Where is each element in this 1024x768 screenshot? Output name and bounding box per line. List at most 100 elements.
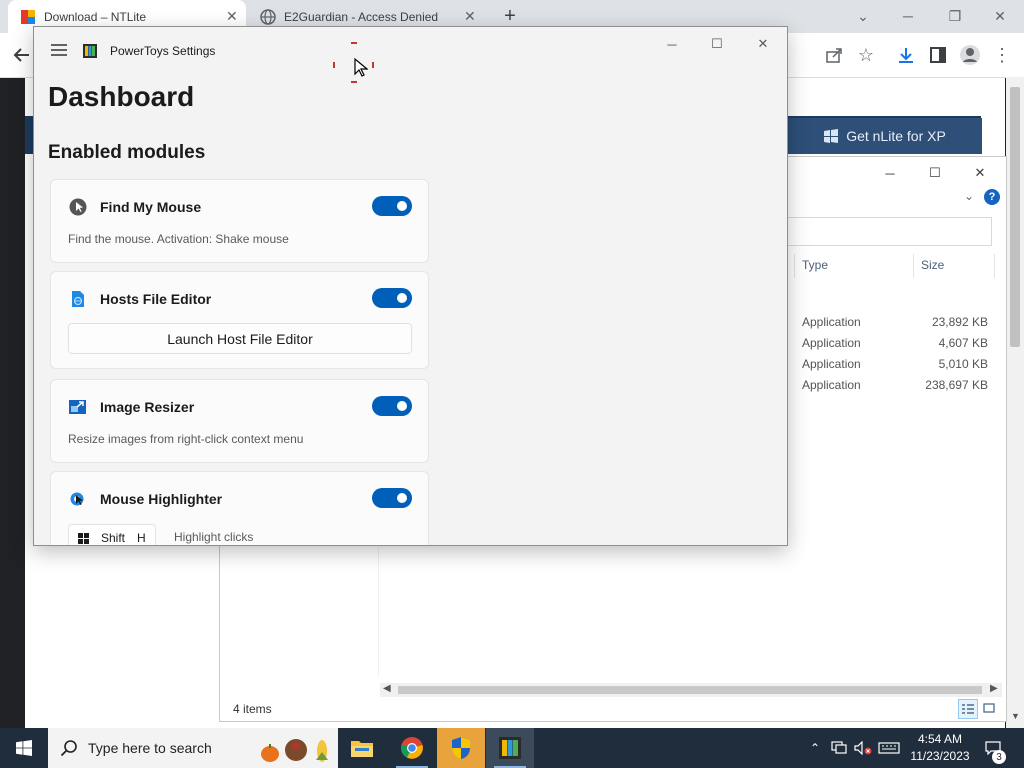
show-hidden-icons-chevron-icon[interactable]: ⌃ [806, 728, 824, 768]
explorer-close-button[interactable]: ✕ [965, 161, 995, 185]
browser-close-button[interactable]: ✕ [990, 6, 1010, 26]
module-toggle[interactable] [372, 288, 412, 308]
start-button[interactable] [0, 728, 48, 768]
column-separator[interactable] [794, 254, 795, 278]
plus-icon: + [504, 5, 516, 27]
taskbar-powertoys[interactable] [486, 728, 534, 768]
windows-key-icon [78, 532, 89, 544]
page-scrollbar[interactable]: ▼ [1006, 77, 1024, 728]
toggle-knob [397, 293, 407, 303]
column-header-type[interactable]: Type [802, 254, 912, 276]
explorer-search-box[interactable] [786, 217, 992, 246]
column-separator[interactable] [913, 254, 914, 278]
help-icon[interactable]: ? [984, 189, 1000, 205]
pt-maximize-button[interactable]: ☐ [702, 34, 732, 54]
file-size: 23,892 KB [931, 315, 988, 329]
notification-count-badge: 3 [992, 750, 1006, 764]
module-card-image-resizer[interactable]: Image Resizer Resize images from right-c… [50, 379, 429, 463]
star-icon[interactable]: ☆ [854, 43, 878, 67]
search-placeholder: Type here to search [88, 740, 212, 756]
toggle-knob [397, 201, 407, 211]
taskbar-chrome[interactable] [388, 728, 436, 768]
module-card-find-my-mouse[interactable]: Find My Mouse Find the mouse. Activation… [50, 179, 429, 263]
taskbar-search-box[interactable]: Type here to search [48, 728, 338, 768]
file-size: 238,697 KB [925, 378, 988, 392]
file-row[interactable]: Application 4,607 KB [800, 333, 990, 354]
back-icon[interactable] [10, 43, 34, 67]
launch-host-file-editor-button[interactable]: Launch Host File Editor [68, 323, 412, 354]
windows-logo-icon [16, 740, 32, 756]
ribbon-expand-chevron-icon[interactable]: ⌄ [964, 189, 974, 203]
get-nlite-label: Get nLite for XP [846, 128, 946, 144]
file-size: 4,607 KB [938, 336, 988, 350]
module-toggle[interactable] [372, 488, 412, 508]
taskbar-file-explorer[interactable] [338, 728, 386, 768]
tab-title: E2Guardian - Access Denied [284, 9, 439, 24]
tab-close-icon[interactable]: ✕ [226, 8, 238, 25]
details-view-icon[interactable] [958, 699, 978, 719]
profile-icon[interactable] [958, 43, 982, 67]
folder-icon [350, 738, 374, 758]
taskbar-clock[interactable]: 4:54 AM 11/23/2023 [904, 731, 976, 765]
powertoys-logo-icon [83, 44, 97, 58]
taskbar: Type here to search ⌃ 4:54 AM 11/23/2023 [0, 728, 1024, 768]
sidebar-icon[interactable] [926, 43, 950, 67]
windows-logo-icon [824, 129, 839, 143]
module-toggle[interactable] [372, 196, 412, 216]
powertoys-app-icon [499, 737, 521, 759]
explorer-status-items: 4 items [233, 702, 272, 716]
file-type: Application [802, 357, 861, 371]
get-nlite-button[interactable]: Get nLite for XP [788, 118, 982, 154]
module-description: Find the mouse. Activation: Shake mouse [68, 232, 289, 246]
taskbar-security-shield[interactable] [437, 728, 485, 768]
file-row[interactable]: Application 238,697 KB [800, 375, 990, 396]
browser-restore-button[interactable]: ❐ [945, 6, 965, 26]
module-card-hosts-file-editor[interactable]: Hosts File Editor Launch Host File Edito… [50, 271, 429, 369]
tab-search-chevron-icon[interactable]: ⌄ [853, 6, 873, 26]
volume-muted-icon[interactable] [852, 728, 874, 768]
chrome-icon [400, 736, 424, 760]
keyboard-icon[interactable] [876, 728, 902, 768]
search-icon [60, 739, 78, 757]
crosshair-mark [351, 42, 357, 44]
powertoys-settings-window: PowerToys Settings ─ ☐ ✕ Dashboard Enabl… [33, 26, 788, 546]
hamburger-menu-icon[interactable] [50, 43, 70, 61]
file-type: Application [802, 378, 861, 392]
section-title: Enabled modules [48, 142, 206, 163]
hosts-file-editor-icon [69, 290, 87, 308]
explorer-horizontal-scrollbar[interactable]: ◀ ▶ [380, 683, 1002, 697]
module-name: Find My Mouse [100, 199, 202, 215]
module-toggle[interactable] [372, 396, 412, 416]
toggle-knob [397, 493, 407, 503]
network-icon[interactable] [828, 728, 850, 768]
shortcut-keys: Shift H [68, 524, 156, 545]
tab-close-icon[interactable]: ✕ [464, 8, 476, 25]
explorer-maximize-button[interactable]: ☐ [920, 161, 950, 185]
explorer-minimize-button[interactable]: ─ [875, 161, 905, 185]
large-icons-view-icon[interactable] [980, 699, 998, 717]
shield-icon [450, 736, 472, 760]
ntlite-favicon-icon [20, 9, 36, 25]
file-row[interactable]: Application 5,010 KB [800, 354, 990, 375]
page-scrollbar-thumb[interactable] [1010, 87, 1020, 347]
scroll-left-arrow-icon[interactable]: ◀ [383, 683, 391, 694]
tab-title: Download – NTLite [44, 9, 147, 24]
find-my-mouse-icon [69, 198, 87, 216]
file-row[interactable]: Application 23,892 KB [800, 312, 990, 333]
pt-minimize-button[interactable]: ─ [657, 34, 687, 54]
explorer-scrollbar-thumb[interactable] [398, 686, 982, 694]
column-separator[interactable] [994, 254, 995, 278]
download-icon[interactable] [894, 43, 918, 67]
shortcut-description: Highlight clicks [174, 530, 254, 544]
file-type: Application [802, 336, 861, 350]
column-header-size[interactable]: Size [921, 254, 991, 276]
toggle-knob [397, 401, 407, 411]
module-description: Resize images from right-click context m… [68, 432, 304, 446]
menu-icon[interactable]: ⋮ [990, 43, 1014, 67]
scroll-right-arrow-icon[interactable]: ▶ [990, 683, 998, 694]
module-card-mouse-highlighter[interactable]: Mouse Highlighter Shift H Highlight clic… [50, 471, 429, 545]
share-icon[interactable] [822, 43, 846, 67]
browser-minimize-button[interactable]: ─ [898, 6, 918, 26]
pt-close-button[interactable]: ✕ [748, 34, 778, 54]
scroll-down-arrow-icon[interactable]: ▼ [1011, 711, 1020, 721]
